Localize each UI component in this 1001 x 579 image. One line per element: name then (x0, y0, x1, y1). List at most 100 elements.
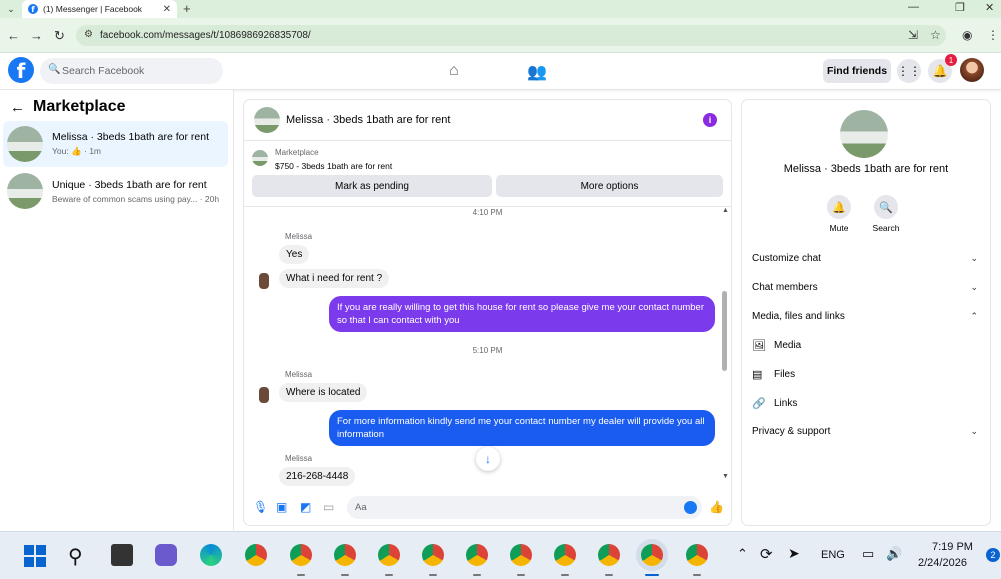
volume-icon[interactable]: 🔊 (886, 546, 902, 562)
chrome-profile-icon[interactable] (510, 544, 532, 566)
profile-icon[interactable]: ◉ (962, 28, 972, 42)
timestamp: 5:10 PM (472, 346, 503, 355)
language-indicator[interactable]: ENG (821, 549, 845, 561)
mark-as-pending-button[interactable]: Mark as pending (252, 175, 492, 197)
listing-thumbnail (7, 173, 43, 209)
chat-details-pane: Melissa · 3beds 1bath are for rent 🔔 Mut… (742, 100, 990, 525)
incoming-message[interactable]: 216-268-4448 (279, 467, 356, 486)
chrome-profile-icon[interactable] (466, 544, 488, 566)
media-row[interactable]: 🖼 Media (752, 335, 801, 355)
outgoing-message[interactable]: If you are really willing to get this ho… (329, 296, 715, 332)
photo-icon[interactable]: ▣ (276, 500, 287, 514)
scroll-to-bottom-icon[interactable]: ↓ (476, 447, 500, 471)
tab-search-dropdown-icon[interactable]: ⌄ (4, 2, 18, 16)
edge-icon[interactable] (200, 544, 222, 566)
conversation-item-unique[interactable]: Unique · 3beds 1bath are for rent Beware… (3, 168, 228, 214)
incoming-message[interactable]: Where is located (279, 383, 368, 402)
url-field[interactable]: ⚙ facebook.com/messages/t/10869869268357… (76, 25, 946, 46)
close-window-icon[interactable]: ✕ (985, 1, 994, 14)
clipchamp-icon[interactable] (155, 544, 177, 566)
chrome-icon[interactable] (245, 544, 267, 566)
chat-members-row[interactable]: Chat members ⌄ (752, 277, 978, 297)
chat-header: Melissa · 3beds 1bath are for rent i (244, 100, 731, 141)
windows-start-icon[interactable] (24, 545, 46, 567)
chrome-profile-icon[interactable] (686, 544, 708, 566)
links-row[interactable]: 🔗 Links (752, 393, 797, 413)
conversation-item-melissa[interactable]: Melissa · 3beds 1bath are for rent You: … (3, 121, 228, 167)
site-settings-icon[interactable]: ⚙ (84, 29, 93, 40)
tab-close-icon[interactable]: ✕ (163, 4, 171, 15)
account-avatar[interactable] (960, 58, 984, 82)
show-hidden-icons-icon[interactable]: ⌃ (737, 546, 748, 562)
chat-title[interactable]: Melissa · 3beds 1bath are for rent (286, 114, 450, 126)
thread-scrollbar[interactable]: ▲ ▼ (721, 207, 729, 487)
clock-date[interactable]: 2/24/2026 (918, 557, 967, 569)
chrome-profile-icon[interactable] (334, 544, 356, 566)
files-row[interactable]: ▤ Files (752, 364, 795, 384)
sync-icon[interactable]: ⟳ (760, 545, 773, 563)
sticker-icon[interactable]: ◩ (300, 500, 311, 514)
sender-avatar[interactable] (259, 387, 269, 403)
scroll-up-icon[interactable]: ▲ (722, 207, 729, 214)
facebook-logo-icon[interactable]: f (8, 57, 34, 83)
chrome-profile-icon[interactable] (598, 544, 620, 566)
network-icon[interactable]: ▭ (862, 546, 874, 562)
home-icon[interactable]: ⌂ (449, 62, 459, 80)
like-thumb-icon[interactable]: 👍 (709, 500, 724, 514)
listing-thumbnail[interactable] (840, 110, 888, 158)
chrome-profile-icon[interactable] (378, 544, 400, 566)
message-input[interactable]: Aa (347, 496, 702, 519)
back-arrow-icon[interactable]: ← (10, 99, 25, 116)
bookmark-star-icon[interactable]: ☆ (930, 28, 941, 42)
notification-center-badge[interactable]: 2 (986, 548, 1000, 562)
mute-button[interactable]: 🔔 Mute (819, 195, 859, 233)
media-files-links-row[interactable]: Media, files and links ⌃ (752, 306, 978, 326)
scrollbar-thumb[interactable] (722, 291, 727, 371)
chrome-profile-icon[interactable] (422, 544, 444, 566)
menu-grid-icon[interactable]: ⋮⋮ (897, 59, 921, 83)
friends-icon[interactable]: 👥 (527, 62, 547, 82)
info-icon[interactable]: i (703, 113, 717, 127)
listing-price[interactable]: $750 - 3beds 1bath are for rent (275, 161, 392, 171)
active-indicator (645, 574, 659, 576)
gif-icon[interactable]: ▭ (323, 500, 334, 514)
chrome-profile-active-icon[interactable] (641, 544, 663, 566)
sender-avatar[interactable] (259, 273, 269, 289)
files-label: Files (774, 368, 796, 380)
more-options-button[interactable]: More options (496, 175, 723, 197)
back-arrow-icon[interactable]: ← (7, 28, 20, 43)
listing-thumbnail[interactable] (252, 150, 268, 166)
forward-arrow-icon[interactable]: → (30, 28, 43, 43)
search-conversation-button[interactable]: 🔍 Search (866, 195, 906, 233)
install-app-icon[interactable]: ⇲ (908, 28, 918, 42)
incoming-message[interactable]: Yes (279, 245, 310, 264)
scroll-down-icon[interactable]: ▼ (722, 473, 729, 480)
browser-tab[interactable]: f (1) Messenger | Facebook ✕ (22, 0, 177, 18)
location-icon[interactable]: ➤ (788, 545, 800, 562)
chrome-profile-icon[interactable] (554, 544, 576, 566)
listing-thumbnail[interactable] (254, 107, 280, 133)
search-input[interactable]: 🔍 Search Facebook (40, 58, 223, 84)
facebook-header: f 🔍 Search Facebook ⌂ 👥 Find friends ⋮⋮ … (0, 53, 1001, 90)
reload-icon[interactable]: ↻ (54, 28, 65, 44)
outgoing-message[interactable]: For more information kindly send me your… (329, 410, 715, 446)
privacy-support-row[interactable]: Privacy & support ⌄ (752, 421, 978, 441)
emoji-icon[interactable] (684, 501, 697, 514)
browser-menu-icon[interactable]: ⋮ (987, 28, 999, 42)
minimize-icon[interactable]: — (908, 1, 919, 13)
listing-bar: Marketplace $750 - 3beds 1bath are for r… (244, 141, 731, 207)
microphone-icon[interactable]: 🎙 (253, 500, 268, 514)
task-view-icon[interactable] (111, 544, 133, 566)
search-icon[interactable]: ⚲ (68, 544, 83, 569)
media-icon: 🖼 (752, 339, 766, 352)
find-friends-button[interactable]: Find friends (823, 59, 891, 83)
new-tab-button[interactable]: + (183, 1, 191, 16)
chrome-profile-icon[interactable] (290, 544, 312, 566)
notification-badge: 1 (945, 54, 957, 66)
url-text: facebook.com/messages/t/1086986926835708… (100, 30, 311, 41)
incoming-message[interactable]: What i need for rent ? (279, 269, 390, 288)
running-indicator (693, 574, 701, 576)
customize-chat-row[interactable]: Customize chat ⌄ (752, 248, 978, 268)
clock-time[interactable]: 7:19 PM (932, 541, 973, 553)
restore-icon[interactable]: ❐ (955, 1, 965, 14)
